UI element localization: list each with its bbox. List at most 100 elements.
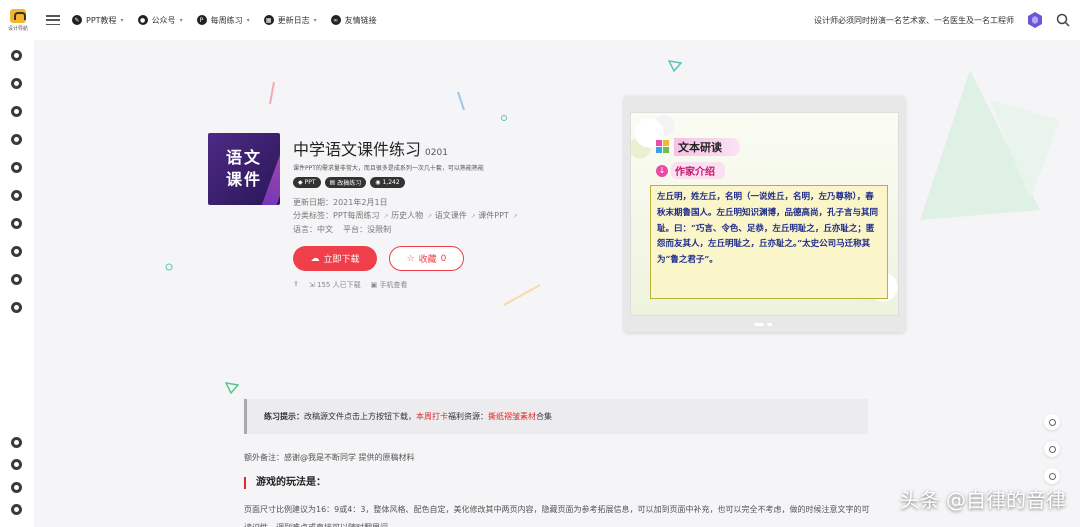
- nav-item-friend-links[interactable]: ∞ 友情链接: [330, 15, 377, 26]
- download-label: 立即下载: [323, 255, 360, 265]
- site-logo[interactable]: 设计导航: [0, 0, 36, 40]
- cover-text-line: 课件: [225, 170, 262, 189]
- triangle-decor-icon: [225, 382, 239, 394]
- circle-decor-icon: [165, 263, 173, 271]
- float-tag-button[interactable]: [1044, 441, 1060, 457]
- notice-mid: 福利资源：: [448, 412, 488, 421]
- external-link-icon: ↗: [512, 213, 518, 220]
- user-icon[interactable]: [11, 78, 22, 89]
- notice-prefix: 练习提示：: [264, 412, 304, 421]
- update-row: 更新日期：2021年2月1日: [293, 196, 518, 209]
- nav-item-changelog[interactable]: ▦ 更新日志 ▾: [263, 15, 317, 26]
- decorative-shapes: [920, 70, 1060, 220]
- nav-label: 公众号: [151, 15, 176, 25]
- pencil-icon: ✎: [72, 15, 82, 25]
- globe-icon[interactable]: [11, 134, 22, 145]
- share-icon[interactable]: ⇪: [293, 280, 299, 290]
- view-count-badge: ◉ 1,242: [370, 177, 405, 188]
- carousel-dot[interactable]: [767, 323, 772, 326]
- resource-title-text: 中学语文课件练习: [293, 140, 422, 159]
- palette-icon[interactable]: [11, 246, 22, 257]
- practice-notice: 练习提示： 改稿源文件点击上方按钮下载， 本周打卡 福利资源： 撕纸褶皱素材 合集: [244, 399, 868, 434]
- document-icon: ▤: [329, 179, 336, 186]
- target-icon[interactable]: [11, 162, 22, 173]
- diamond-icon: ◆: [298, 179, 303, 186]
- carousel-dot-active[interactable]: [754, 323, 764, 326]
- arrow-down-icon: ↓: [656, 164, 668, 177]
- nav-item-ppt-tutorial[interactable]: ✎ PPT教程 ▾: [72, 15, 124, 26]
- notice-suffix: 合集: [536, 412, 552, 421]
- cover-stripe: [260, 142, 280, 205]
- resource-cover[interactable]: 语文 课件: [208, 133, 280, 205]
- video-icon[interactable]: [11, 302, 22, 313]
- shield-icon[interactable]: [11, 218, 22, 229]
- chat-icon[interactable]: [11, 50, 22, 61]
- main-nav: ✎ PPT教程 ▾ ● 公众号 ▾ P 每周练习 ▾ ▦ 更新日志 ▾ ∞ 友情…: [72, 15, 377, 26]
- link-icon[interactable]: [11, 459, 22, 470]
- platform-value: 没限制: [367, 225, 392, 234]
- mobile-view-link[interactable]: ▣ 手机查看: [371, 280, 408, 290]
- slide-subheading-text: 作家介绍: [671, 162, 725, 179]
- wrench-icon[interactable]: [11, 190, 22, 201]
- float-list-button[interactable]: [1044, 468, 1060, 484]
- wechat-icon[interactable]: [11, 504, 22, 515]
- nav-item-official-account[interactable]: ● 公众号 ▾: [137, 15, 183, 26]
- letter-p-icon[interactable]: [11, 482, 22, 493]
- qrcode-icon: ▣: [370, 281, 378, 289]
- gem-icon[interactable]: [1028, 12, 1042, 28]
- chevron-down-icon: ▾: [120, 16, 124, 24]
- slide-body-text: 左丘明，姓左丘，名明（一说姓丘，名明，左乃尊称），春秋末期鲁国人。左丘明知识渊博…: [650, 185, 888, 299]
- platform-label: 平台：: [343, 225, 368, 234]
- tag-label: 改稿练习: [337, 180, 362, 187]
- extra-remark: 额外备注：感谢@我是不断同学 提供的原稿材料: [244, 453, 415, 462]
- resource-code: 0201: [425, 148, 448, 158]
- cover-text-line: 语文: [225, 148, 262, 167]
- nav-item-weekly-practice[interactable]: P 每周练习 ▾: [196, 15, 250, 26]
- favorite-count: 0: [440, 253, 447, 264]
- logo-icon: [10, 8, 26, 23]
- external-link-icon: ↗: [383, 213, 389, 220]
- download-count-text: 155 人已下载: [316, 281, 361, 289]
- nav-label: PPT教程: [86, 15, 117, 25]
- slide-subheading: ↓ 作家介绍: [656, 162, 725, 179]
- nav-label: 更新日志: [277, 15, 310, 25]
- resource-meta: 更新日期：2021年2月1日 分类标签：PPT每周练习 ↗ 历史人物 ↗ 语文课件 ↗…: [293, 196, 518, 236]
- view-count: 1,242: [382, 179, 400, 186]
- download-button[interactable]: ☁ 立即下载: [293, 246, 377, 271]
- tag-ppt[interactable]: ◆ PPT: [293, 177, 321, 188]
- carousel-dots: [754, 323, 772, 326]
- language-row: 语言：中文 平台：没限制: [293, 223, 518, 236]
- help-icon[interactable]: [11, 437, 22, 448]
- compass-icon[interactable]: [11, 106, 22, 117]
- chevron-down-icon: ▾: [246, 16, 250, 24]
- notice-text: 改稿源文件点击上方按钮下载，: [304, 412, 416, 421]
- category-link[interactable]: PPT每周练习: [333, 211, 380, 220]
- top-navigation: 设计导航 ✎ PPT教程 ▾ ● 公众号 ▾ P 每周练习 ▾ ▦ 更新日志 ▾…: [0, 0, 1080, 40]
- download-count: ⇲ 155 人已下载: [309, 280, 361, 290]
- category-link[interactable]: 历史人物: [391, 211, 423, 220]
- tag-label: PPT: [304, 179, 316, 186]
- preview-slide: 文本研读 ↓ 作家介绍 左丘明，姓左丘，名明（一说姓丘，名明，左乃尊称），春秋末…: [630, 112, 899, 316]
- resource-subtitle: 课件PPT的需求量非常大，而且很多是成系列一次几十套，可以熟能熟能: [293, 165, 484, 172]
- category-link[interactable]: 课件PPT: [478, 211, 509, 220]
- float-search-button[interactable]: [1044, 414, 1060, 430]
- category-label: 分类标签：: [293, 211, 333, 220]
- slide-heading-text: 文本研读: [674, 138, 740, 156]
- torn-paper-link[interactable]: 撕纸褶皱素材: [488, 411, 536, 422]
- info-icon[interactable]: [11, 274, 22, 285]
- weekly-checkin-link[interactable]: 本周打卡: [416, 411, 448, 422]
- favorite-button[interactable]: ☆ 收藏 0: [389, 246, 464, 271]
- update-date: 2021年2月1日: [333, 198, 388, 207]
- hamburger-menu-icon[interactable]: [46, 15, 60, 25]
- nav-label: 每周练习: [210, 15, 243, 25]
- search-icon[interactable]: [1056, 13, 1070, 27]
- blocks-icon: [656, 140, 670, 154]
- resource-title: 中学语文课件练习 0201: [293, 136, 518, 160]
- category-link[interactable]: 语文课件: [435, 211, 467, 220]
- mobile-view-label: 手机查看: [379, 281, 408, 289]
- preview-carousel[interactable]: 文本研读 ↓ 作家介绍 左丘明，姓左丘，名明（一说姓丘，名明，左乃尊称），春秋末…: [624, 96, 905, 332]
- star-icon: ☆: [406, 253, 415, 264]
- tag-revision[interactable]: ▤ 改稿练习: [324, 177, 367, 188]
- wechat-icon: ●: [137, 15, 148, 25]
- resource-stats: ⇪ ⇲ 155 人已下载 ▣ 手机查看: [293, 280, 518, 290]
